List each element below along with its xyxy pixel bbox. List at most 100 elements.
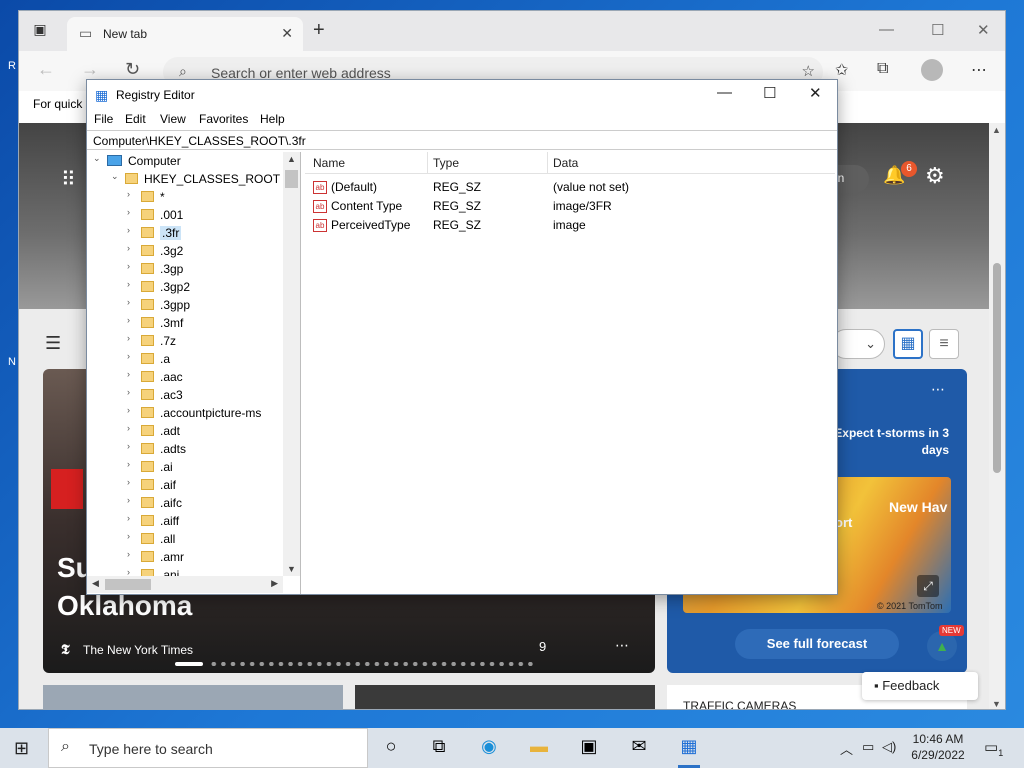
tree-node-key[interactable]: › .3mf (87, 314, 283, 332)
minimize-icon[interactable]: — (879, 21, 894, 38)
expand-arrow-icon[interactable]: › (127, 297, 130, 307)
expand-arrow-icon[interactable]: › (127, 243, 130, 253)
tree-node-hkcr[interactable]: ⌄ HKEY_CLASSES_ROOT (87, 170, 283, 188)
news-reactions-count[interactable]: 9 (539, 639, 546, 654)
file-explorer-icon[interactable]: ▬ (526, 736, 552, 757)
menu-help[interactable]: Help (260, 112, 285, 126)
expand-arrow-icon[interactable]: › (127, 441, 130, 451)
tree-node-key[interactable]: › .aif (87, 476, 283, 494)
tree-node-key[interactable]: › .all (87, 530, 283, 548)
expand-arrow-icon[interactable]: › (127, 369, 130, 379)
tree-node-key[interactable]: › * (87, 188, 283, 206)
menu-edit[interactable]: Edit (125, 112, 146, 126)
tab-actions-icon[interactable]: ▣ (29, 21, 51, 41)
edge-icon[interactable]: ◉ (476, 736, 502, 757)
tree-vertical-scrollbar[interactable]: ▲ ▼ (283, 152, 300, 576)
notification-center-icon[interactable]: ▭1 (984, 738, 1003, 758)
weather-more-icon[interactable]: ⋯ (931, 381, 945, 398)
scroll-down-icon[interactable]: ▼ (992, 699, 1001, 709)
expand-arrow-icon[interactable]: › (127, 207, 130, 217)
column-data[interactable]: Data (553, 156, 578, 170)
menu-hamburger-icon[interactable]: ☰ (45, 333, 61, 354)
expand-arrow-icon[interactable]: › (127, 351, 130, 361)
expand-arrow-icon[interactable]: › (127, 225, 130, 235)
task-view-icon[interactable]: ⧉ (426, 736, 452, 757)
profile-avatar[interactable] (921, 59, 943, 81)
carousel-dots[interactable] (175, 661, 535, 669)
scroll-up-icon[interactable]: ▲ (992, 125, 1001, 135)
list-layout-icon[interactable]: ≡ (929, 329, 959, 359)
regedit-close-icon[interactable]: ✕ (809, 84, 822, 102)
carousel-dots-inactive[interactable] (209, 662, 535, 666)
column-type[interactable]: Type (433, 156, 459, 170)
regedit-taskbar-icon[interactable]: ▦ (676, 736, 702, 757)
mail-icon[interactable]: ✉ (626, 736, 652, 757)
scroll-left-icon[interactable]: ◀ (92, 578, 99, 589)
clock[interactable]: 10:46 AM 6/29/2022 (906, 731, 970, 763)
refresh-icon[interactable]: ↻ (125, 59, 140, 80)
news-more-icon[interactable]: ⋯ (615, 637, 629, 654)
menu-view[interactable]: View (160, 112, 186, 126)
tree-node-key[interactable]: › .accountpicture-ms (87, 404, 283, 422)
column-divider[interactable] (547, 152, 548, 174)
tree-node-key[interactable]: › .ai (87, 458, 283, 476)
cortana-icon[interactable]: ○ (378, 736, 404, 757)
news-card-bottom-1[interactable] (43, 685, 343, 709)
scroll-thumb[interactable] (105, 579, 151, 590)
network-icon[interactable]: ▭ (862, 739, 874, 755)
collapse-arrow-icon[interactable]: ⌄ (111, 171, 119, 182)
windows-start-icon[interactable]: ⊞ (14, 738, 29, 759)
expand-arrow-icon[interactable]: › (127, 423, 130, 433)
tree-node-key[interactable]: › .ac3 (87, 386, 283, 404)
taskbar-search-box[interactable]: ⌕ Type here to search (48, 728, 368, 768)
regedit-title-bar[interactable]: ▦ Registry Editor — ☐ ✕ (87, 80, 837, 110)
forward-icon[interactable]: → (81, 59, 99, 80)
expand-arrow-icon[interactable]: › (127, 459, 130, 469)
scroll-thumb[interactable] (993, 263, 1001, 473)
expand-arrow-icon[interactable]: › (127, 549, 130, 559)
settings-gear-icon[interactable]: ⚙ (925, 163, 945, 189)
desktop-icon-label-r[interactable]: R (8, 60, 16, 72)
tree-node-key[interactable]: › .3fr (87, 224, 283, 242)
desktop-icon-label-n[interactable]: N (8, 356, 16, 368)
scroll-up-icon[interactable]: ▲ (287, 154, 296, 164)
close-window-icon[interactable]: ✕ (977, 21, 990, 39)
show-hidden-icons-icon[interactable]: ︿ (840, 739, 853, 758)
add-favorite-icon[interactable]: ☆ (802, 62, 815, 80)
expand-arrow-icon[interactable]: › (127, 531, 130, 541)
favorites-icon[interactable]: ✩ (835, 60, 848, 80)
expand-arrow-icon[interactable]: › (127, 189, 130, 199)
scroll-thumb[interactable] (285, 170, 298, 188)
carousel-dot-active[interactable] (175, 662, 203, 666)
news-card-bottom-2[interactable] (355, 685, 655, 709)
expand-arrow-icon[interactable]: › (127, 333, 130, 343)
column-divider[interactable] (427, 152, 428, 174)
tree-node-computer[interactable]: ⌄ Computer (87, 152, 283, 170)
expand-map-icon[interactable]: ⤢ (917, 575, 939, 597)
value-row[interactable]: ab PerceivedType REG_SZ image (305, 216, 835, 235)
column-name[interactable]: Name (313, 156, 345, 170)
collections-icon[interactable]: ⧉ (877, 60, 888, 78)
apps-grid-icon[interactable]: ⠿ (61, 167, 76, 192)
tree-node-key[interactable]: › .aifc (87, 494, 283, 512)
tree-node-key[interactable]: › .3gp2 (87, 278, 283, 296)
expand-arrow-icon[interactable]: › (127, 495, 130, 505)
collapse-arrow-icon[interactable]: ⌄ (93, 153, 101, 164)
regedit-minimize-icon[interactable]: — (717, 84, 732, 101)
more-icon[interactable]: ⋯ (971, 60, 987, 80)
tab-new-tab[interactable]: ▭ New tab ✕ (67, 17, 303, 51)
scroll-right-icon[interactable]: ▶ (271, 578, 278, 589)
maximize-icon[interactable]: ☐ (931, 21, 944, 39)
tree-node-key[interactable]: › .amr (87, 548, 283, 566)
expand-arrow-icon[interactable]: › (127, 261, 130, 271)
see-full-forecast-button[interactable]: See full forecast (735, 629, 899, 659)
expand-arrow-icon[interactable]: › (127, 405, 130, 415)
menu-file[interactable]: File (94, 112, 113, 126)
regedit-address-bar[interactable]: Computer\HKEY_CLASSES_ROOT\.3fr (87, 130, 837, 150)
volume-icon[interactable]: ◁) (882, 739, 896, 755)
tree-node-key[interactable]: › .3g2 (87, 242, 283, 260)
tree-node-key[interactable]: › .aac (87, 368, 283, 386)
menu-favorites[interactable]: Favorites (199, 112, 248, 126)
page-scrollbar[interactable]: ▲ ▼ (989, 123, 1005, 709)
expand-arrow-icon[interactable]: › (127, 513, 130, 523)
